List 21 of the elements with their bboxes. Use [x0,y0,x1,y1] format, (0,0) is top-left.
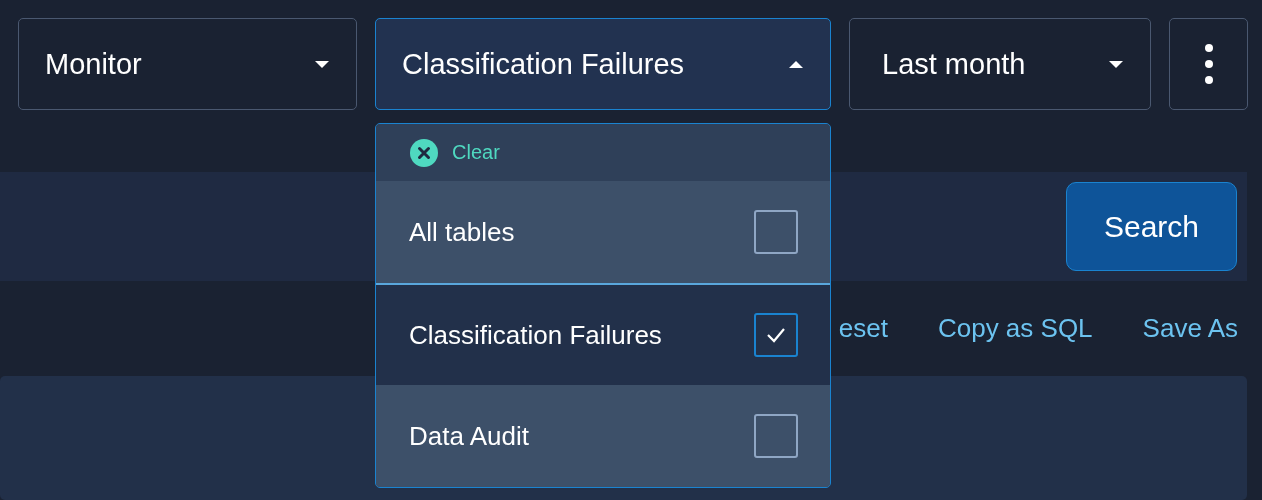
action-link[interactable]: eset [838,313,888,344]
more-icon [1204,44,1213,84]
option-label: Data Audit [409,420,529,452]
option-label: Classification Failures [409,319,662,351]
checkbox[interactable] [754,210,798,254]
option-label: All tables [409,216,515,248]
checkbox[interactable] [754,414,798,458]
filter-dropdown[interactable]: Classification Failures [375,18,831,110]
caret-icon [314,59,330,69]
more-menu-button[interactable] [1169,18,1248,110]
action-link[interactable]: Copy as SQL [937,313,1093,344]
checkbox[interactable] [754,313,798,357]
clear-button[interactable]: Clear [410,138,500,167]
filter-dropdown[interactable]: Monitor [18,18,357,110]
search-button[interactable]: Search [1066,182,1237,271]
action-link[interactable]: Save As [1142,313,1238,344]
clear-icon [410,138,438,167]
caret-icon [788,59,804,69]
caret-icon [1108,59,1124,69]
filter-dropdown[interactable]: Last month [849,18,1151,110]
check-icon [766,327,786,343]
